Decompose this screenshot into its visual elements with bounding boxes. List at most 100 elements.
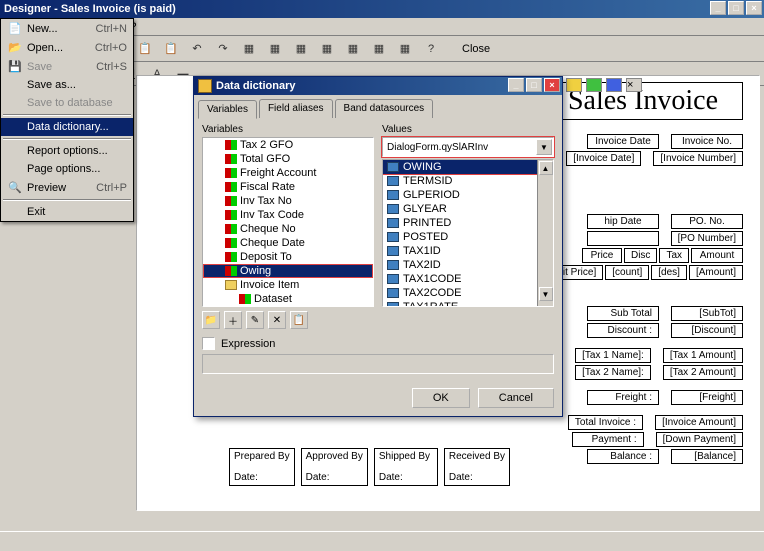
sig-prepared[interactable]: Prepared ByDate:: [229, 448, 295, 486]
list-item[interactable]: TAX1ID: [383, 244, 553, 258]
values-list[interactable]: OWINGTERMSIDGLPERIODGLYEARPRINTEDPOSTEDT…: [382, 159, 554, 307]
col-price[interactable]: Price: [582, 248, 622, 263]
expression-input[interactable]: [202, 354, 554, 374]
scrollbar[interactable]: ▲ ▼: [537, 160, 553, 306]
close-button[interactable]: ×: [746, 1, 762, 15]
total-val[interactable]: [Invoice Amount]: [655, 415, 743, 430]
help-icon[interactable]: ?: [420, 38, 442, 60]
val-count[interactable]: [count]: [605, 265, 649, 280]
list-item[interactable]: TAX2ID: [383, 258, 553, 272]
scroll-down-icon[interactable]: ▼: [539, 287, 553, 301]
list-item[interactable]: TAX1RATE: [383, 300, 553, 307]
copy-icon[interactable]: 📋: [290, 311, 308, 329]
new-folder-icon[interactable]: 📁: [202, 311, 220, 329]
invoice-no-header[interactable]: Invoice No.: [671, 134, 743, 149]
menu-new[interactable]: 📄New...Ctrl+N: [1, 19, 133, 38]
menu-report-options[interactable]: Report options...: [1, 142, 133, 160]
redo-icon[interactable]: ↷: [212, 38, 234, 60]
list-item[interactable]: POSTED: [383, 230, 553, 244]
grid-icon[interactable]: ▦: [394, 38, 416, 60]
minimize-button[interactable]: _: [710, 1, 726, 15]
total-label[interactable]: Total Invoice :: [568, 415, 643, 430]
invoice-no-field[interactable]: [Invoice Number]: [653, 151, 743, 166]
ship-date-header[interactable]: hip Date: [587, 214, 659, 229]
list-item[interactable]: OWING: [383, 160, 553, 174]
delete-icon[interactable]: ✕: [268, 311, 286, 329]
copy-icon[interactable]: 📋: [134, 38, 156, 60]
tree-item[interactable]: Tax 2 GFO: [203, 138, 373, 152]
po-no-header[interactable]: PO. No.: [671, 214, 743, 229]
bring-front-icon[interactable]: ▦: [238, 38, 260, 60]
menu-page-options[interactable]: Page options...: [1, 160, 133, 178]
edit-icon[interactable]: ✎: [246, 311, 264, 329]
tool-icon[interactable]: ▦: [316, 38, 338, 60]
values-combo[interactable]: DialogForm.qySlARInv ▼: [382, 137, 554, 157]
tool-icon[interactable]: ▦: [342, 38, 364, 60]
menu-open[interactable]: 📂Open...Ctrl+O: [1, 38, 133, 57]
menu-data-dictionary[interactable]: Data dictionary...: [1, 118, 133, 136]
close-button-text[interactable]: Close: [454, 41, 498, 57]
tree-item[interactable]: Dataset: [203, 292, 373, 306]
subtotal-label[interactable]: Sub Total: [587, 306, 659, 321]
list-item[interactable]: GLPERIOD: [383, 188, 553, 202]
discount-val[interactable]: [Discount]: [671, 323, 743, 338]
sig-approved[interactable]: Approved ByDate:: [301, 448, 368, 486]
chevron-down-icon[interactable]: ▼: [536, 139, 552, 155]
val-amount[interactable]: [Amount]: [689, 265, 743, 280]
tab-band-datasources[interactable]: Band datasources: [335, 99, 434, 118]
tree-item[interactable]: Cheque No: [203, 222, 373, 236]
tax1-label[interactable]: [Tax 1 Name]:: [575, 348, 651, 363]
tree-item[interactable]: Cheque Date: [203, 236, 373, 250]
invoice-date-header[interactable]: Invoice Date: [587, 134, 659, 149]
freight-val[interactable]: [Freight]: [671, 390, 743, 405]
tree-item[interactable]: No: [203, 306, 373, 307]
freight-label[interactable]: Freight :: [587, 390, 659, 405]
invoice-date-field[interactable]: [Invoice Date]: [566, 151, 641, 166]
ok-button[interactable]: OK: [412, 388, 470, 408]
expression-checkbox[interactable]: [202, 337, 215, 350]
payment-val[interactable]: [Down Payment]: [656, 432, 743, 447]
val-price[interactable]: it Price]: [556, 265, 603, 280]
val-des[interactable]: [des]: [651, 265, 687, 280]
side-button-blue[interactable]: [606, 78, 622, 92]
paste-icon[interactable]: 📋: [160, 38, 182, 60]
menu-save-as[interactable]: Save as...: [1, 76, 133, 94]
dialog-titlebar[interactable]: Data dictionary _ □ ×: [194, 77, 562, 95]
list-item[interactable]: PRINTED: [383, 216, 553, 230]
menu-preview[interactable]: 🔍PreviewCtrl+P: [1, 178, 133, 197]
tree-item[interactable]: Deposit To: [203, 250, 373, 264]
ship-date-field[interactable]: [587, 231, 659, 246]
tax1-val[interactable]: [Tax 1 Amount]: [663, 348, 743, 363]
sig-shipped[interactable]: Shipped ByDate:: [374, 448, 438, 486]
tree-item[interactable]: Freight Account: [203, 166, 373, 180]
maximize-button[interactable]: □: [728, 1, 744, 15]
scroll-up-icon[interactable]: ▲: [539, 161, 553, 175]
side-button-close[interactable]: ×: [626, 78, 642, 92]
balance-val[interactable]: [Balance]: [671, 449, 743, 464]
balance-label[interactable]: Balance :: [587, 449, 659, 464]
tree-item[interactable]: Inv Tax No: [203, 194, 373, 208]
side-button-yellow[interactable]: [566, 78, 582, 92]
tree-item[interactable]: Invoice Item: [203, 278, 373, 292]
dialog-minimize[interactable]: _: [508, 78, 524, 92]
dialog-maximize[interactable]: □: [526, 78, 542, 92]
tree-item[interactable]: Total GFO: [203, 152, 373, 166]
variables-tree[interactable]: Tax 2 GFOTotal GFOFreight AccountFiscal …: [202, 137, 374, 307]
discount-label[interactable]: Discount :: [587, 323, 659, 338]
list-item[interactable]: TERMSID: [383, 174, 553, 188]
dialog-close[interactable]: ×: [544, 78, 560, 92]
tax2-val[interactable]: [Tax 2 Amount]: [663, 365, 743, 380]
subtotal-val[interactable]: [SubTot]: [671, 306, 743, 321]
list-item[interactable]: TAX1CODE: [383, 272, 553, 286]
sig-received[interactable]: Received ByDate:: [444, 448, 510, 486]
col-tax[interactable]: Tax: [659, 248, 689, 263]
menu-exit[interactable]: Exit: [1, 203, 133, 221]
col-amount[interactable]: Amount: [691, 248, 743, 263]
new-var-icon[interactable]: ＋: [224, 311, 242, 329]
tree-item[interactable]: Fiscal Rate: [203, 180, 373, 194]
grid-icon[interactable]: ▦: [368, 38, 390, 60]
cancel-button[interactable]: Cancel: [478, 388, 554, 408]
side-button-green[interactable]: [586, 78, 602, 92]
tax2-label[interactable]: [Tax 2 Name]:: [575, 365, 651, 380]
undo-icon[interactable]: ↶: [186, 38, 208, 60]
